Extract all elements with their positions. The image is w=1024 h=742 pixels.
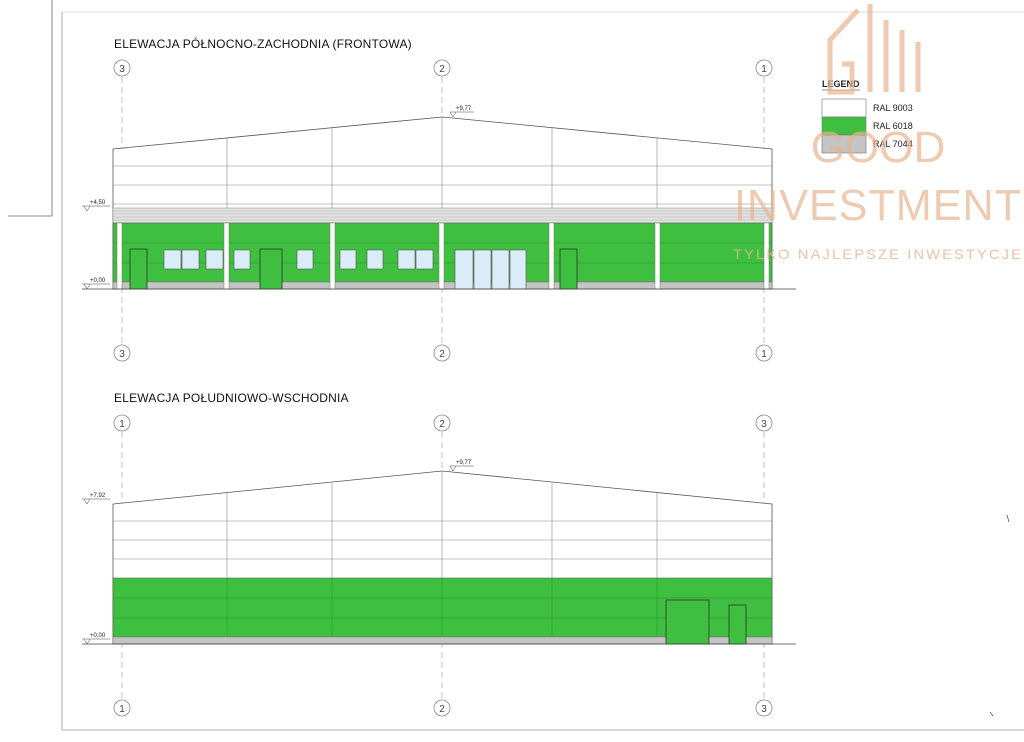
axis-label: 2	[439, 349, 445, 360]
elevation-2-title: ELEWACJA POŁUDNIOWO-WSCHODNIA	[114, 391, 349, 405]
elevation-drawing: ELEWACJA PÓŁNOCNO-ZACHODNIA (FRONTOWA) 3…	[8, 0, 1024, 731]
axis-label: 1	[761, 64, 767, 75]
level-base: +0,00	[90, 633, 106, 639]
brand-name-investment: INVESTMENT	[734, 181, 1022, 230]
stray-mark	[989, 711, 994, 717]
elevation-1-title: ELEWACJA PÓŁNOCNO-ZACHODNIA (FRONTOWA)	[114, 36, 412, 51]
axis-label: 3	[119, 349, 125, 360]
elevation-2-axis-markers-top: 1 2 3	[113, 414, 773, 432]
level-mid: +7,92	[90, 493, 106, 499]
stray-mark	[1006, 514, 1010, 523]
legend-label-ral-9003: RAL 9003	[873, 103, 913, 113]
axis-label: 2	[439, 704, 445, 715]
elevation-2-axis-markers-bottom: 1 2 3	[113, 699, 773, 717]
axis-label: 1	[761, 349, 767, 360]
axis-label: 1	[119, 704, 125, 715]
level-top: +9,77	[456, 460, 472, 466]
level-mid: +4,50	[90, 200, 106, 206]
canopy-band	[112, 207, 773, 224]
axis-label: 2	[439, 419, 445, 430]
legend-swatch-ral-9003	[821, 98, 867, 118]
level-top: +9,77	[456, 106, 472, 112]
elevation-2-facade	[82, 470, 796, 645]
elevation-1-axis-markers-bottom: 3 2 1	[113, 344, 773, 362]
axis-label: 1	[119, 419, 125, 430]
level-base: +0,00	[90, 278, 106, 284]
axis-label: 3	[761, 704, 767, 715]
axis-label: 2	[439, 64, 445, 75]
elevation-1-facade	[82, 116, 796, 290]
brand-tagline: TYLKO NAJLEPSZE INWESTYCJE	[733, 246, 1023, 262]
axis-label: 3	[119, 64, 125, 75]
brand-name-good: GOOD	[811, 123, 945, 172]
axis-label: 3	[761, 419, 767, 430]
brand-watermark: GOOD INVESTMENT TYLKO NAJLEPSZE INWESTYC…	[733, 4, 1023, 262]
glazed-entrance	[454, 249, 527, 290]
facade-doors	[665, 599, 747, 645]
elevation-1-axis-markers-top: 3 2 1	[113, 59, 773, 77]
